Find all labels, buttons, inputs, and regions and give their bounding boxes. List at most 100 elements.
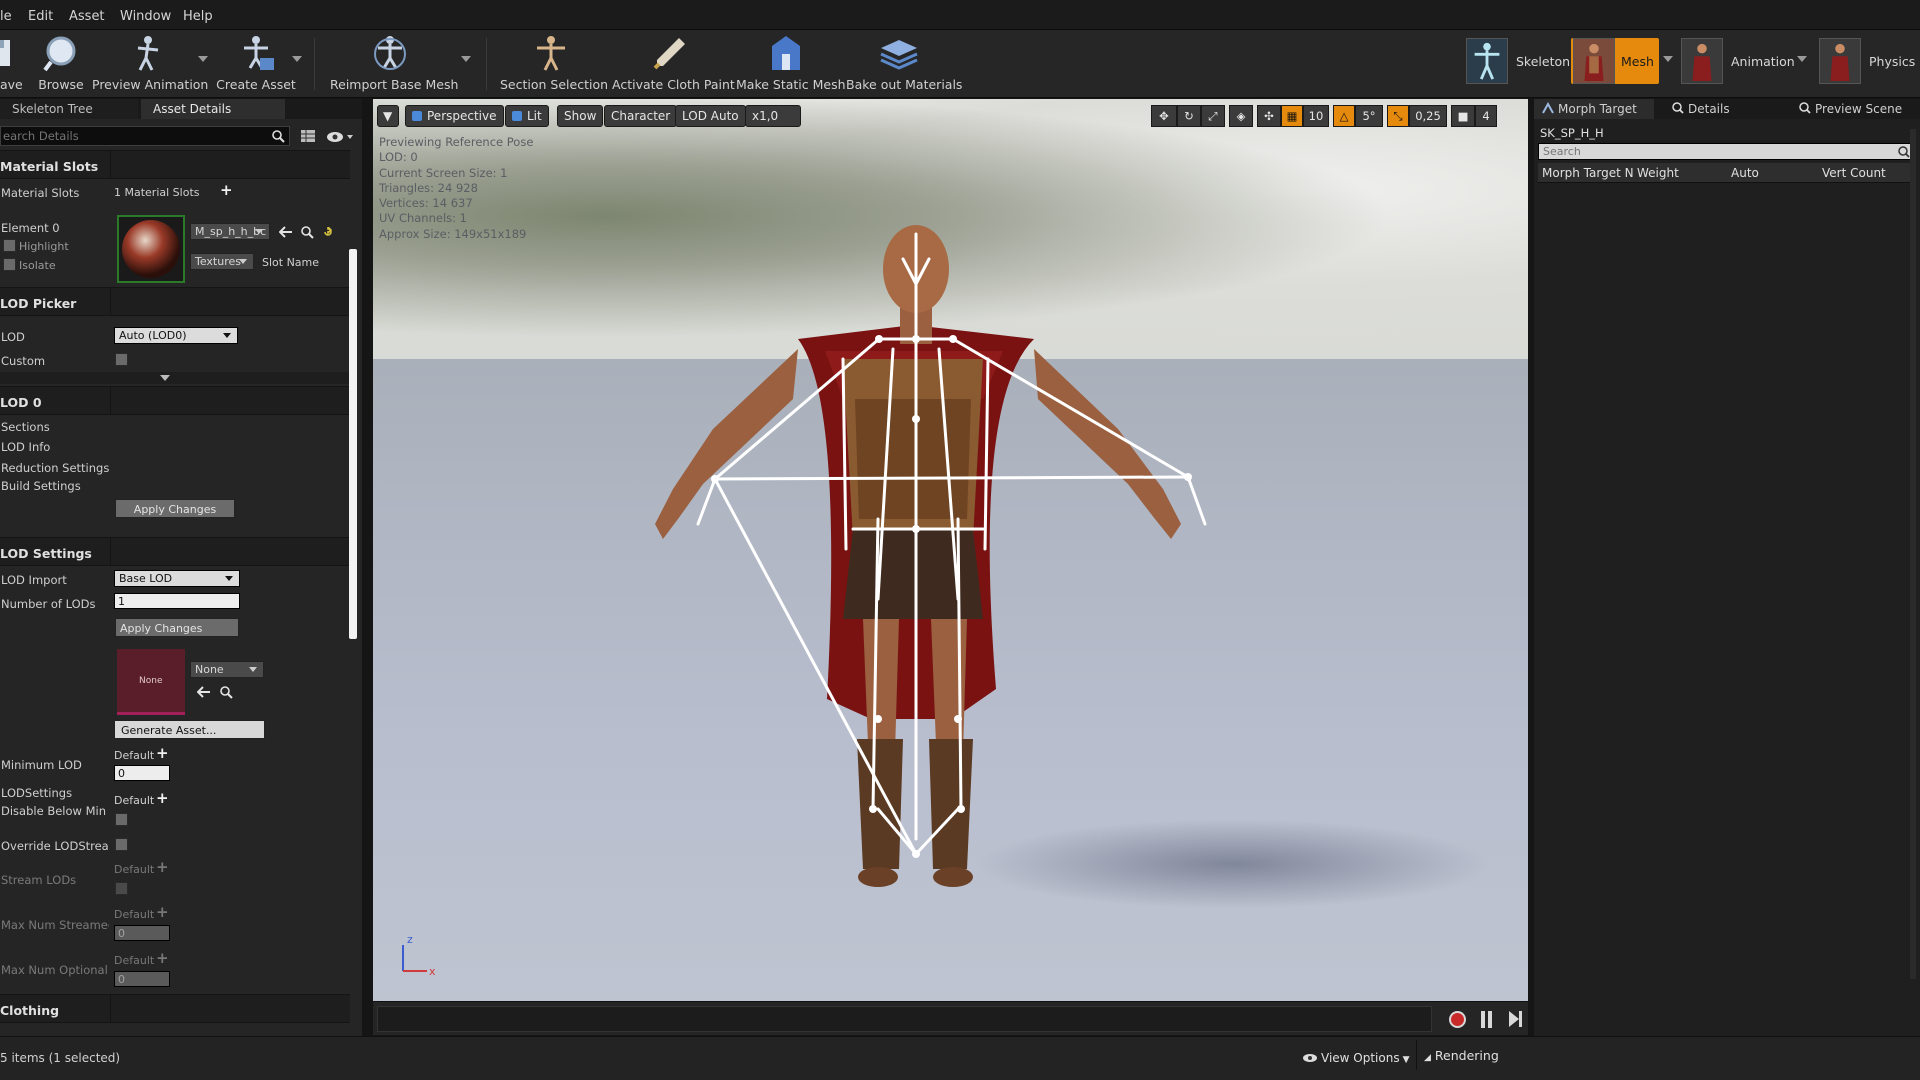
menu-edit[interactable]: Edit — [28, 9, 53, 24]
generate-asset-button[interactable]: Generate Asset... — [114, 720, 265, 739]
column-morph-target-name[interactable]: Morph Target N — [1542, 166, 1634, 180]
animation-dropdown-icon[interactable] — [1797, 56, 1807, 62]
browse-button[interactable]: Browse — [36, 30, 86, 98]
create-asset-button[interactable]: Create Asset — [216, 30, 296, 98]
tab-preview-scene[interactable]: Preview Scene — [1791, 99, 1920, 119]
scale-tool-icon[interactable]: ⤢ — [1201, 105, 1225, 127]
reset-default-icon[interactable] — [323, 227, 333, 237]
translate-tool-icon[interactable]: ✥ — [1151, 105, 1177, 127]
lodsettings-select[interactable]: None — [190, 661, 264, 678]
custom-checkbox[interactable] — [115, 353, 128, 366]
reimport-dropdown-icon[interactable] — [461, 56, 471, 62]
section-clothing[interactable]: Clothing — [0, 994, 350, 1023]
browse-asset-icon[interactable] — [301, 226, 314, 239]
camera-speed-value[interactable]: 4 — [1475, 105, 1497, 127]
show-button[interactable]: Show — [557, 105, 604, 127]
grid-snap-toggle-icon[interactable]: ▦ — [1281, 105, 1303, 127]
create-asset-dropdown-icon[interactable] — [292, 56, 302, 62]
number-of-lods-input[interactable]: 1 — [114, 593, 240, 609]
pause-icon[interactable] — [1481, 1011, 1493, 1028]
section-lod-picker[interactable]: LOD Picker — [0, 287, 350, 316]
character-button[interactable]: Character — [604, 105, 678, 127]
lod-auto-button[interactable]: LOD Auto — [675, 105, 746, 127]
textures-dropdown[interactable]: Textures — [190, 253, 254, 270]
add-material-slot-button[interactable]: + — [220, 181, 233, 199]
minimum-lod-add-button[interactable]: + — [156, 744, 169, 762]
browse-asset-icon[interactable] — [220, 686, 233, 699]
stream-lods-checkbox[interactable] — [115, 882, 128, 895]
menu-asset[interactable]: Asset — [69, 9, 105, 24]
disable-below-min-checkbox[interactable] — [115, 813, 128, 826]
activate-cloth-paint-button[interactable]: Activate Cloth Paint — [612, 30, 735, 98]
section-selection-button[interactable]: Section Selection — [500, 30, 608, 98]
details-search-input[interactable] — [1, 127, 289, 145]
column-weight[interactable]: Weight — [1637, 166, 1679, 180]
make-static-mesh-button[interactable]: Make Static Mesh — [736, 30, 846, 98]
details-search-field[interactable] — [0, 126, 290, 146]
character-mesh[interactable] — [373, 99, 1528, 1001]
tab-asset-details[interactable]: Asset Details — [141, 99, 285, 119]
lod-picker-expand-bar[interactable] — [0, 372, 350, 384]
scale-snap-value[interactable]: 0,25 — [1409, 105, 1447, 127]
lit-button[interactable]: Lit — [505, 105, 549, 127]
max-num-streamed-input[interactable]: 0 — [114, 925, 170, 941]
camera-speed-icon[interactable]: ■ — [1451, 105, 1475, 127]
preview-animation-button[interactable]: Preview Animation — [92, 30, 208, 98]
menu-help[interactable]: Help — [183, 9, 213, 24]
menu-window[interactable]: Window — [120, 9, 171, 24]
lod-select[interactable]: Auto (LOD0) — [114, 327, 238, 344]
scale-snap-toggle-icon[interactable]: ⤡ — [1387, 105, 1409, 127]
lod0-apply-changes-button[interactable]: Apply Changes — [115, 499, 235, 518]
highlight-checkbox[interactable] — [3, 239, 16, 252]
isolate-checkbox[interactable] — [3, 258, 16, 271]
menu-file[interactable]: le — [0, 9, 12, 24]
max-num-streamed-add-button[interactable]: + — [156, 903, 169, 921]
mode-mesh[interactable]: Mesh — [1571, 38, 1659, 84]
save-button[interactable]: ave — [0, 30, 26, 98]
step-forward-icon[interactable] — [1509, 1011, 1523, 1028]
lod-import-select[interactable]: Base LOD — [114, 570, 240, 587]
rotation-snap-value[interactable]: 5° — [1355, 105, 1383, 127]
section-material-slots[interactable]: Material Slots — [0, 150, 350, 179]
viewport-options-button[interactable]: ▼ — [377, 105, 399, 127]
column-vert-count[interactable]: Vert Count — [1822, 166, 1886, 180]
mode-animation[interactable]: Animation — [1681, 38, 1801, 84]
tab-skeleton-tree[interactable]: Skeleton Tree — [0, 99, 138, 119]
mesh-dropdown-icon[interactable] — [1663, 56, 1673, 62]
lod0-sections-item[interactable]: Sections — [1, 420, 109, 434]
use-selected-arrow-icon[interactable] — [197, 686, 211, 698]
timeline-track[interactable] — [377, 1006, 1432, 1032]
bake-out-materials-button[interactable]: Bake out Materials — [846, 30, 962, 98]
rotate-tool-icon[interactable]: ↻ — [1177, 105, 1201, 127]
grid-view-icon[interactable] — [300, 129, 316, 143]
details-scrollbar[interactable] — [349, 249, 357, 639]
section-lod-settings[interactable]: LOD Settings — [0, 537, 350, 566]
tab-morph-target[interactable]: Morph Target — [1534, 99, 1654, 119]
lod-settings-apply-changes-button[interactable]: Apply Changes — [115, 618, 239, 637]
record-icon[interactable] — [1449, 1011, 1466, 1028]
max-num-optional-input[interactable]: 0 — [114, 971, 170, 987]
lod0-reduction-settings-item[interactable]: Reduction Settings — [1, 461, 109, 475]
max-num-optional-add-button[interactable]: + — [156, 949, 169, 967]
rendering-section[interactable]: ◢ Rendering — [1424, 1048, 1499, 1063]
use-selected-arrow-icon[interactable] — [279, 226, 293, 238]
view-options-button[interactable]: View Options ▼ — [1302, 1051, 1410, 1065]
mode-physics[interactable]: Physics — [1819, 38, 1919, 84]
override-lod-streaming-checkbox[interactable] — [115, 838, 128, 851]
mode-skeleton[interactable]: Skeleton — [1466, 38, 1570, 84]
disable-below-min-add-button[interactable]: + — [156, 789, 169, 807]
surface-snap-icon[interactable]: ✣ — [1257, 105, 1281, 127]
material-thumbnail[interactable] — [117, 215, 185, 283]
tab-details[interactable]: Details — [1664, 99, 1784, 119]
lodsettings-thumbnail[interactable]: None — [117, 649, 185, 715]
preview-animation-dropdown-icon[interactable] — [198, 56, 208, 62]
section-lod-0[interactable]: LOD 0 — [0, 386, 350, 415]
right-panel-scrollbar[interactable] — [1910, 129, 1916, 979]
world-local-icon[interactable]: ◈ — [1229, 105, 1253, 127]
reimport-base-mesh-button[interactable]: Reimport Base Mesh — [330, 30, 458, 98]
perspective-button[interactable]: Perspective — [405, 105, 504, 127]
eye-visibility-icon[interactable] — [326, 131, 356, 143]
stream-lods-add-button[interactable]: + — [156, 858, 169, 876]
rotation-snap-toggle-icon[interactable]: △ — [1333, 105, 1355, 127]
morph-search-field[interactable] — [1538, 143, 1914, 160]
